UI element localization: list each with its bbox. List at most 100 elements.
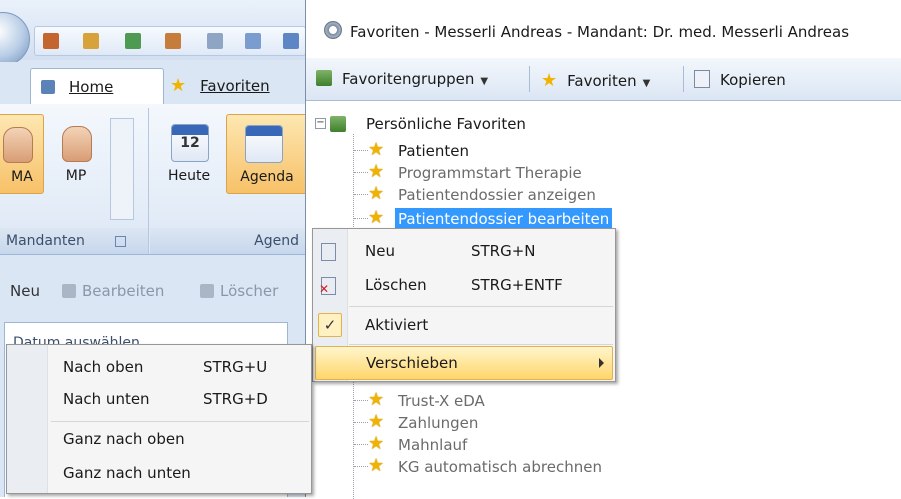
tab-home[interactable]: Home	[30, 68, 164, 105]
tree-connector	[354, 444, 368, 445]
loeschen-label: Löscher	[220, 282, 279, 300]
menu-item-label: Aktiviert	[365, 316, 429, 334]
menu-item-shortcut: STRG+U	[203, 358, 268, 376]
menu-item-label: Ganz nach oben	[63, 430, 185, 448]
folder-star-icon	[330, 116, 346, 132]
menu-item-nach-oben[interactable]: Nach oben STRG+U	[7, 351, 311, 383]
menu-item-neu[interactable]: Neu STRG+N	[313, 235, 615, 267]
edit-icon	[62, 284, 76, 298]
settings-icon[interactable]	[283, 33, 299, 49]
mp-label: MP	[65, 168, 87, 184]
group-mandanten-footer: Mandanten	[0, 228, 148, 254]
bearbeiten-label: Bearbeiten	[82, 282, 165, 300]
neu-button[interactable]: Neu	[10, 282, 40, 300]
menu-separator	[349, 306, 613, 307]
favoritengruppen-dropdown[interactable]: Favoritengruppen ▼	[316, 70, 488, 88]
doctor-icon	[62, 126, 92, 162]
neu-label: Neu	[10, 282, 40, 300]
heute-button[interactable]: 12 Heute	[156, 114, 222, 192]
star-icon: ★	[368, 183, 385, 204]
menu-item-ganz-nach-unten[interactable]: Ganz nach unten	[7, 457, 311, 489]
tree-item-label: Patientendossier anzeigen	[398, 186, 596, 204]
menu-separator	[349, 344, 613, 345]
app-menu-orb[interactable]	[0, 12, 30, 66]
calendar-day-number: 12	[180, 135, 200, 151]
tree-connector	[354, 422, 368, 423]
checkmark-icon: ✓	[318, 313, 342, 337]
menu-separator	[51, 421, 309, 422]
gallery-scroll[interactable]	[110, 118, 134, 220]
tree-connector	[354, 466, 368, 467]
tree-connector	[354, 150, 368, 151]
group-agenda-label: Agend	[254, 233, 299, 249]
star-icon: ★	[368, 389, 385, 410]
puzzle-icon[interactable]	[83, 33, 99, 49]
menu-item-label: Nach unten	[63, 390, 150, 408]
tree-connector	[354, 194, 368, 195]
tab-home-label: Home	[69, 78, 114, 96]
delete-document-icon: ✕	[319, 277, 336, 295]
delete-icon	[200, 284, 214, 298]
star-icon: ★	[368, 207, 385, 228]
kopieren-button[interactable]: Kopieren	[694, 70, 786, 89]
menu-item-label: Nach oben	[63, 358, 144, 376]
group-agenda: 12 Heute Agenda Agend	[150, 108, 305, 254]
quick-access-toolbar	[0, 0, 305, 66]
menu-item-label: Ganz nach unten	[63, 464, 191, 482]
window-title: Favoriten - Messerli Andreas - Mandant: …	[350, 23, 850, 41]
title-bar: Favoriten - Messerli Andreas - Mandant: …	[306, 0, 901, 55]
star-icon: ★	[541, 70, 558, 91]
agenda-button[interactable]: Agenda	[226, 114, 305, 194]
loeschen-button[interactable]: Löscher	[200, 282, 278, 300]
toolbar-separator	[683, 66, 684, 92]
users-icon[interactable]	[43, 33, 59, 49]
tree-item-label: Patientendossier bearbeiten	[395, 208, 613, 230]
tree-item-label: Programmstart Therapie	[398, 164, 582, 182]
tree-item-label: Mahnlauf	[398, 436, 468, 454]
bearbeiten-button[interactable]: Bearbeiten	[62, 282, 164, 300]
agenda-icon	[245, 125, 283, 163]
group-mandanten: MA MP Mandanten	[0, 108, 149, 254]
menu-item-shortcut: STRG+ENTF	[471, 276, 563, 294]
heute-label: Heute	[167, 168, 211, 184]
favoriten-dropdown[interactable]: ★ Favoriten ▼	[541, 70, 650, 91]
tree-item-label: Zahlungen	[398, 414, 479, 432]
clock-icon[interactable]	[245, 33, 261, 49]
home-icon	[41, 80, 55, 94]
tree-root-label[interactable]: Persönliche Favoriten	[366, 115, 526, 133]
star-icon: ★	[368, 455, 385, 476]
menu-item-loeschen[interactable]: ✕ Löschen STRG+ENTF	[313, 269, 615, 301]
ribbon-tabs: Home ★ Favoriten	[0, 62, 305, 105]
doctor-icon	[3, 127, 33, 163]
new-document-icon	[321, 243, 336, 261]
folder-star-icon	[316, 70, 332, 86]
checklist-icon[interactable]	[125, 33, 141, 49]
person-add-icon[interactable]	[165, 33, 181, 49]
ribbon: MA MP Mandanten 12 Heute Agenda Agend	[0, 104, 305, 255]
menu-item-verschieben[interactable]: Verschieben	[315, 346, 613, 380]
tree-connector	[354, 218, 368, 219]
menu-item-ganz-nach-oben[interactable]: Ganz nach oben	[7, 423, 311, 455]
chevron-down-icon: ▼	[480, 76, 489, 87]
menu-item-aktiviert[interactable]: ✓ Aktiviert	[313, 309, 615, 341]
dialog-launcher-icon[interactable]	[115, 236, 126, 247]
collapse-toggle[interactable]: −	[315, 118, 326, 129]
menu-item-label: Neu	[365, 242, 395, 260]
submenu-verschieben: Nach oben STRG+U Nach unten STRG+D Ganz …	[6, 344, 312, 494]
star-icon: ★	[368, 433, 385, 454]
menu-item-label: Verschieben	[366, 354, 458, 372]
mp-button[interactable]: MP	[50, 114, 102, 192]
tree-connector	[354, 172, 368, 173]
menu-item-shortcut: STRG+N	[471, 242, 536, 260]
menu-item-nach-unten[interactable]: Nach unten STRG+D	[7, 383, 311, 415]
tab-favoriten[interactable]: ★ Favoriten	[160, 68, 305, 104]
star-icon: ★	[368, 139, 385, 160]
favorites-toolbar: Favoritengruppen ▼ ★ Favoriten ▼ Kopieren	[306, 58, 901, 101]
quick-access-bar	[34, 26, 305, 56]
document-icon[interactable]	[207, 33, 223, 49]
chevron-down-icon: ▼	[642, 78, 651, 89]
star-icon: ★	[170, 75, 187, 96]
menu-item-shortcut: STRG+D	[203, 390, 268, 408]
ma-button[interactable]: MA	[0, 114, 44, 194]
tree-item-label: Patienten	[398, 142, 469, 160]
